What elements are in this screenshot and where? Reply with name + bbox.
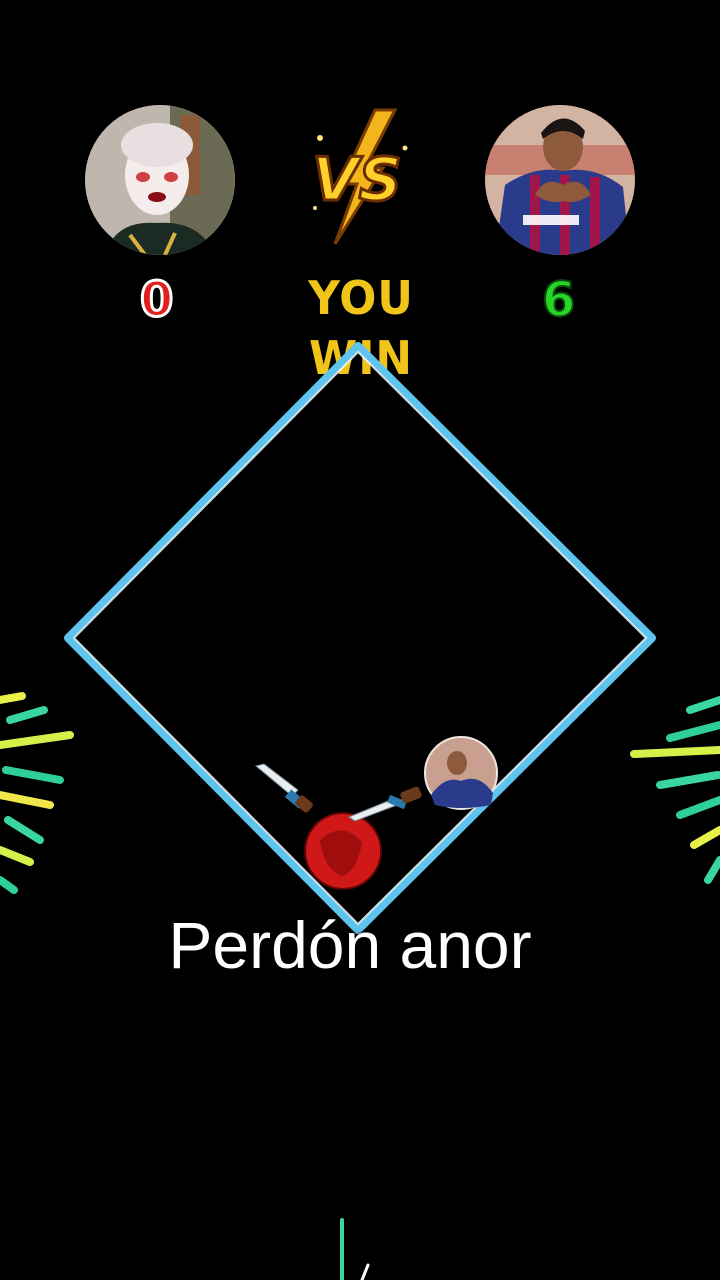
knife-icon	[347, 786, 422, 822]
player-left-avatar	[85, 105, 235, 255]
firework-left	[0, 692, 74, 894]
knife-icon	[254, 763, 313, 813]
player-left-photo	[85, 105, 235, 255]
player-left-score: 0	[138, 271, 174, 330]
firework-right	[630, 696, 720, 884]
firework-bottom	[340, 1218, 370, 1280]
player-right-avatar	[485, 105, 635, 255]
caption-text: Perdón anor	[168, 908, 532, 982]
player-right-score: 6	[541, 271, 576, 329]
player-right-ball	[347, 736, 498, 822]
vs-label: VS	[312, 145, 402, 215]
vs-lightning-icon: VS	[311, 108, 408, 245]
game-screen: { "players": { "left": { "score": "0" },…	[0, 0, 720, 1280]
player-right-photo	[485, 105, 635, 255]
